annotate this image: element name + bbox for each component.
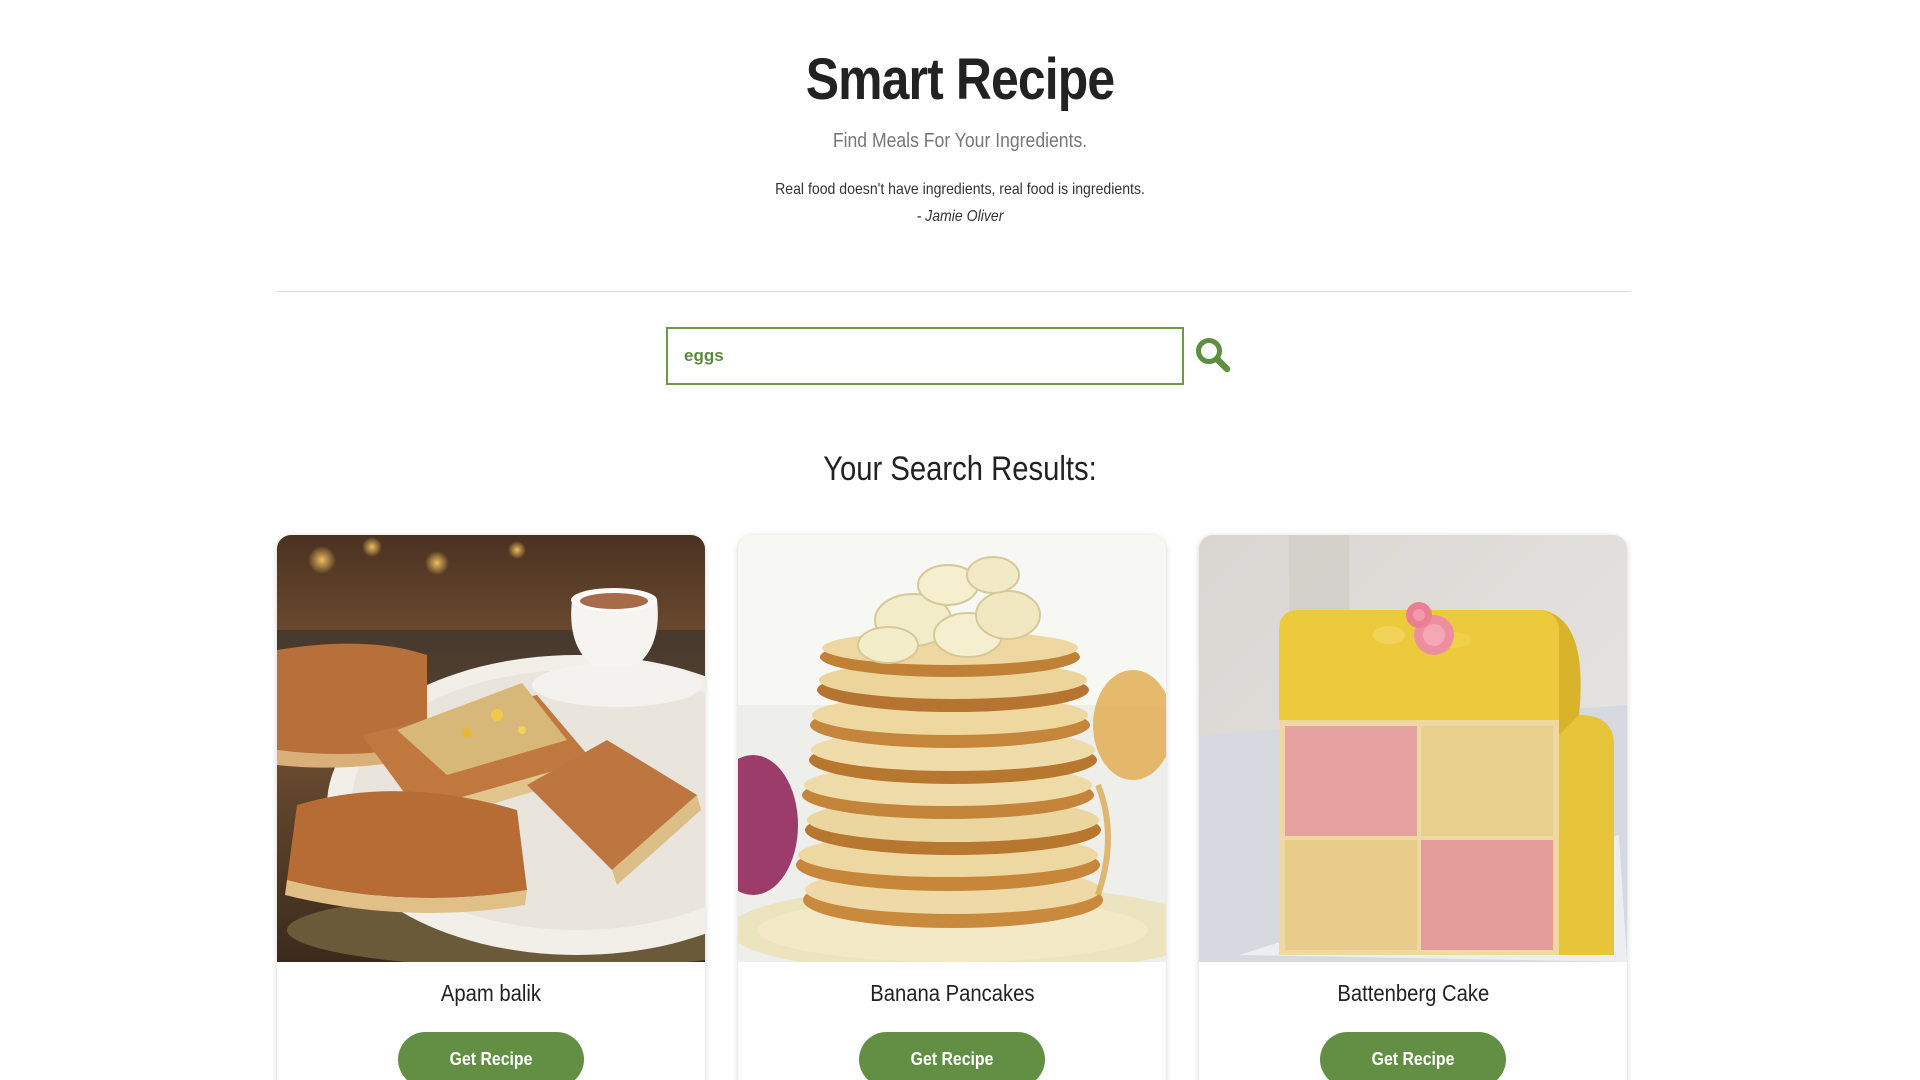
banana-pancakes-photo[interactable] [738,535,1166,962]
recipe-title: Apam balik [440,980,542,1006]
get-recipe-button[interactable]: Get Recipe [398,1032,584,1080]
get-recipe-button[interactable]: Get Recipe [1320,1032,1506,1080]
recipe-title: Battenberg Cake [1337,980,1489,1006]
ingredient-search-input[interactable] [666,327,1184,385]
page: Smart Recipe Find Meals For Your Ingredi… [0,0,1920,1080]
search-icon [1196,338,1231,373]
battenberg-cake-photo[interactable] [1199,535,1627,962]
quote-author: - Jamie Oliver [916,208,1004,225]
results-heading: Your Search Results: [823,450,1097,488]
search-button[interactable] [1192,334,1236,378]
recipe-title: Banana Pancakes [869,980,1035,1006]
recipe-card: Apam balik Get Recipe [277,535,705,1080]
apam-balik-photo[interactable] [277,535,705,962]
quote-text: Real food doesn't have ingredients, real… [775,181,1145,198]
page-title: Smart Recipe [805,47,1115,112]
recipe-card: Battenberg Cake Get Recipe [1199,535,1627,1080]
page-subtitle: Find Meals For Your Ingredients. [832,130,1088,152]
get-recipe-button[interactable]: Get Recipe [859,1032,1045,1080]
recipe-card: Banana Pancakes Get Recipe [738,535,1166,1080]
header-divider [277,291,1631,292]
